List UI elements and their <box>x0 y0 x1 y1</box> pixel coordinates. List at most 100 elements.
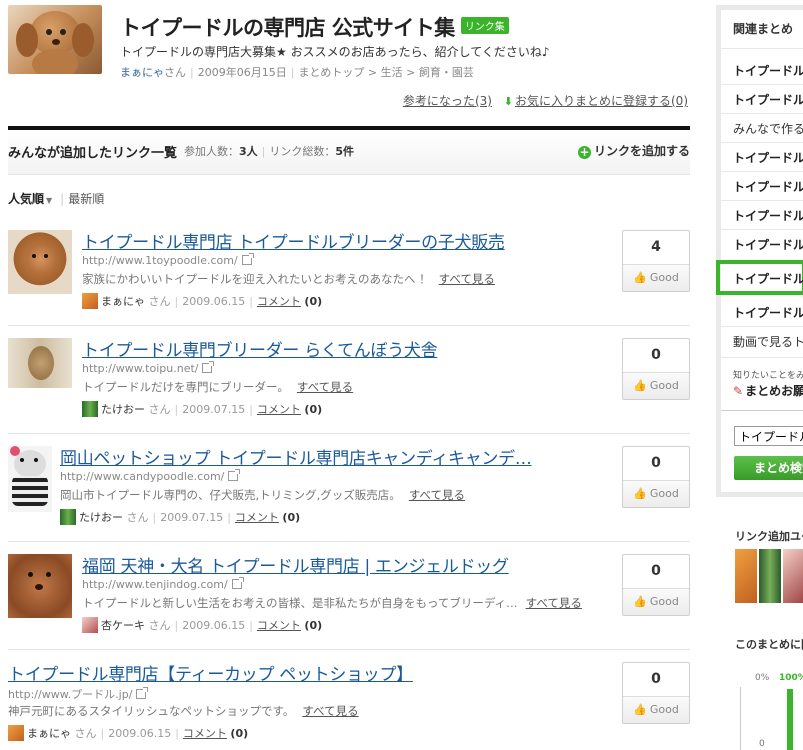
list-item: トイプードル専門ブリーダー らくてんぼう犬舎 http://www.toipu.… <box>8 338 690 428</box>
comment-link[interactable]: コメント <box>257 403 301 416</box>
related-item[interactable]: 動画で見るトイ <box>733 333 803 350</box>
participant-count: 3人 <box>239 145 258 158</box>
related-item[interactable]: トイプードルの <box>733 304 803 321</box>
plus-icon: + <box>577 145 591 159</box>
good-button[interactable]: 👍 Good <box>623 480 689 507</box>
related-item-highlighted[interactable]: トイプードルの <box>733 270 803 287</box>
list-stats: 参加人数：3人 | リンク総数：5件 <box>184 145 355 158</box>
thumbs-up-icon: 👍 <box>633 703 647 716</box>
page-title-text: トイプードルの専門店 公式サイト集 <box>120 16 455 40</box>
created-date: 2009年06月15日 <box>197 66 287 79</box>
divider <box>8 433 690 434</box>
favorite-link[interactable]: お気に入りまとめに登録する(0) <box>515 94 688 108</box>
vote-count: 0 <box>651 671 661 687</box>
link-url: http://www.toipu.net/ <box>82 361 215 375</box>
vote-count: 0 <box>651 563 661 579</box>
divider <box>721 171 803 172</box>
vote-count: 4 <box>651 239 661 255</box>
link-thumbnail[interactable] <box>8 338 72 388</box>
avatar[interactable] <box>759 549 781 603</box>
author-link[interactable]: まぁにゃ <box>120 66 164 79</box>
external-link-icon <box>136 687 149 699</box>
list-header: みんなが追加したリンク一覧 参加人数：3人 | リンク総数：5件 + リンクを追加する <box>8 130 690 175</box>
related-item[interactable]: トイプードルの <box>733 62 803 79</box>
link-title[interactable]: トイプードル専門店【ティーカップ ペットショップ】 <box>8 660 413 685</box>
avatar[interactable] <box>783 549 803 603</box>
comment-link[interactable]: コメント <box>235 511 279 524</box>
divider <box>721 326 803 327</box>
link-collection-badge: リンク集 <box>460 17 509 34</box>
chart-pct-left: 0% <box>755 673 770 683</box>
list-title: みんなが追加したリンク一覧 <box>8 146 178 161</box>
list-item: 岡山ペットショップ トイプードル専門店キャンディキャンデ… http://www… <box>8 446 690 536</box>
vote-count: 0 <box>651 455 661 471</box>
comment-link[interactable]: コメント <box>257 295 301 308</box>
vote-box: 0 👍 Good <box>622 554 690 616</box>
see-all-link[interactable]: すべて見る <box>439 272 495 286</box>
link-meta: たけおー さん | 2009.07.15 | コメント (0) <box>82 401 322 417</box>
good-button[interactable]: 👍 Good <box>623 372 689 399</box>
sidebar-note: 知りたいことをみ <box>733 371 803 381</box>
link-meta: まぁにゃ さん | 2009.06.15 | コメント (0) <box>8 725 248 741</box>
see-all-link[interactable]: すべて見る <box>526 596 582 610</box>
link-title[interactable]: 福岡 天神・大名 トイプードル専門店 | エンジェルドッグ <box>82 552 509 577</box>
list-item: 福岡 天神・大名 トイプードル専門店 | エンジェルドッグ http://www… <box>8 554 690 644</box>
breadcrumb-subcategory[interactable]: 飼育・園芸 <box>419 66 474 79</box>
chart-pct-right: 100% <box>779 673 803 683</box>
link-description: 岡山市トイプードル専門の、仔犬販売,トリミング,グッズ販売店。 すべて見る <box>60 488 466 502</box>
vote-box: 4 👍 Good <box>622 230 690 292</box>
comment-link[interactable]: コメント <box>257 619 301 632</box>
related-item[interactable]: トイプードルの <box>733 236 803 253</box>
divider <box>721 357 803 358</box>
link-url: http://www.プードル.jp/ <box>8 686 149 702</box>
related-item[interactable]: トイプードルの <box>733 91 803 108</box>
see-all-link[interactable]: すべて見る <box>409 488 465 502</box>
chevron-down-icon: ▼ <box>46 196 53 205</box>
contributors-title: リンク追加ユー <box>735 530 803 543</box>
divider <box>8 541 690 542</box>
related-item[interactable]: トイプードルの <box>733 149 803 166</box>
request-summary-link[interactable]: ✎ まとめお願 <box>733 382 803 399</box>
link-title[interactable]: 岡山ペットショップ トイプードル専門店キャンディキャンデ… <box>60 444 532 469</box>
good-button[interactable]: 👍 Good <box>623 588 689 615</box>
add-link-button[interactable]: + リンクを追加する <box>577 142 690 159</box>
link-title[interactable]: トイプードル専門ブリーダー らくてんぼう犬舎 <box>82 336 438 361</box>
link-url: http://www.1toypoodle.com/ <box>82 253 254 267</box>
link-thumbnail[interactable] <box>8 230 72 294</box>
related-item[interactable]: トイプードル <box>733 207 803 224</box>
vote-box: 0 👍 Good <box>622 662 690 724</box>
chart-bar <box>787 689 793 750</box>
breadcrumb-category[interactable]: 生活 <box>381 66 403 79</box>
list-item: トイプードル専門店【ティーカップ ペットショップ】 http://www.プード… <box>8 662 690 750</box>
link-thumbnail[interactable] <box>8 446 52 512</box>
breadcrumb-top[interactable]: まとめトップ <box>298 66 364 79</box>
sort-popular-tab[interactable]: 人気順 <box>8 192 44 206</box>
see-all-link[interactable]: すべて見る <box>302 704 358 718</box>
thumbs-up-icon: 👍 <box>633 487 647 500</box>
divider <box>721 229 803 230</box>
external-link-icon <box>202 361 215 373</box>
avatar <box>60 509 76 525</box>
good-button[interactable]: 👍 Good <box>623 696 689 723</box>
search-button[interactable]: まとめ検索 <box>734 456 803 480</box>
sort-newest-tab[interactable]: 最新順 <box>68 192 104 206</box>
good-button[interactable]: 👍 Good <box>623 264 689 291</box>
see-all-link[interactable]: すべて見る <box>297 380 353 394</box>
link-title[interactable]: トイプードル専門店 トイプードルブリーダーの子犬販売 <box>82 228 505 253</box>
avatar[interactable] <box>735 549 757 603</box>
link-thumbnail[interactable] <box>8 554 72 618</box>
avatar <box>82 401 98 417</box>
collection-thumbnail <box>8 5 102 74</box>
header-actions: 参考になった(3) ⬇ お気に入りまとめに登録する(0) <box>403 92 688 109</box>
comment-link[interactable]: コメント <box>183 727 227 740</box>
link-description: トイプードルだけを専門にブリーダー。 すべて見る <box>82 380 354 394</box>
related-item[interactable]: みんなで作る <box>733 120 803 137</box>
divider <box>721 200 803 201</box>
related-item[interactable]: トイプードル <box>733 178 803 195</box>
download-icon: ⬇ <box>503 95 513 108</box>
search-input[interactable] <box>734 426 803 446</box>
pencil-icon: ✎ <box>733 384 744 398</box>
vote-box: 0 👍 Good <box>622 338 690 400</box>
helpful-link[interactable]: 参考になった(3) <box>403 94 492 108</box>
link-description: 家族にかわいいトイプードルを迎え入れたいとお考えのあなたへ ！すべて見る <box>82 272 495 286</box>
